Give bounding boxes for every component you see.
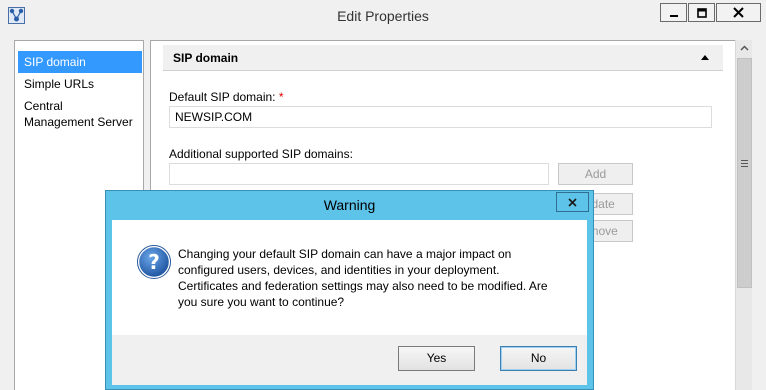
edit-properties-window: Edit Properties SIP domain Simple URLs C… — [0, 0, 766, 390]
maximize-button[interactable] — [688, 3, 715, 22]
default-sip-domain-input[interactable] — [169, 106, 712, 128]
nav-item-simple-urls[interactable]: Simple URLs — [18, 73, 142, 95]
add-button[interactable]: Add — [558, 163, 633, 185]
message-line: you sure you want to continue? — [178, 295, 345, 309]
close-icon — [568, 197, 577, 207]
default-sip-domain-label: Default SIP domain: * — [169, 90, 284, 104]
nav-item-sip-domain[interactable]: SIP domain — [18, 51, 142, 73]
message-line: Changing your default SIP domain can hav… — [178, 247, 512, 261]
dialog-title: Warning — [323, 197, 376, 213]
scroll-up-button[interactable] — [736, 40, 753, 56]
grip-line — [741, 166, 748, 167]
message-line: configured users, devices, and identitie… — [178, 263, 500, 277]
title-bar: Edit Properties — [0, 0, 766, 32]
warning-message: Changing your default SIP domain can hav… — [178, 246, 568, 310]
grip-line — [741, 163, 748, 164]
vertical-scrollbar[interactable] — [735, 40, 752, 390]
message-line: Certificates and federation settings may… — [178, 279, 548, 293]
question-icon: ? — [137, 245, 171, 279]
dialog-close-button[interactable] — [556, 192, 589, 212]
section-title: SIP domain — [173, 51, 239, 65]
scroll-thumb[interactable] — [737, 58, 752, 288]
dialog-body: ? Changing your default SIP domain can h… — [112, 220, 587, 385]
close-icon — [733, 7, 744, 18]
yes-button[interactable]: Yes — [398, 346, 475, 371]
warning-dialog: Warning ? Changing your default SIP doma… — [105, 190, 594, 390]
additional-domains-label: Additional supported SIP domains: — [169, 147, 353, 161]
required-marker: * — [278, 90, 284, 104]
grip-line — [741, 160, 748, 161]
maximize-icon — [696, 7, 707, 18]
window-title: Edit Properties — [337, 8, 429, 24]
close-button[interactable] — [716, 3, 761, 22]
collapse-arrow-icon[interactable] — [701, 55, 709, 60]
default-sip-domain-label-text: Default SIP domain: — [169, 90, 276, 104]
additional-domain-input[interactable] — [169, 163, 549, 185]
nav-item-central-management-server[interactable]: Central Management Server — [18, 95, 142, 133]
section-header[interactable]: SIP domain — [163, 45, 723, 71]
no-button[interactable]: No — [500, 346, 577, 371]
minimize-button[interactable] — [660, 3, 687, 22]
svg-text:?: ? — [148, 250, 160, 274]
chevron-up-icon — [740, 45, 749, 51]
minimize-icon — [669, 14, 678, 17]
